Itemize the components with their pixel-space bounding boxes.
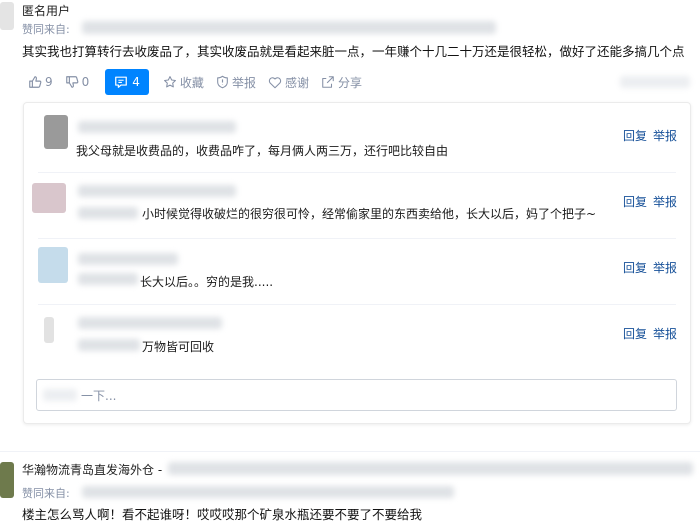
blurred-placeholder-prefix xyxy=(43,389,77,401)
blurred-commenter-name xyxy=(78,185,236,197)
blurred-reply-target xyxy=(78,273,138,285)
commenter-avatar[interactable] xyxy=(44,115,68,149)
favorite-button[interactable]: 收藏 xyxy=(163,74,204,91)
comment-icon xyxy=(115,76,128,88)
action-bar: 9 0 4 收藏 举报 感谢 分享 xyxy=(22,69,362,95)
comments-button[interactable]: 4 xyxy=(105,69,149,95)
commenter-avatar[interactable] xyxy=(38,247,68,283)
star-icon xyxy=(163,76,176,88)
comments-panel: 我父母就是收费品的，收费品咋了，每月俩人两三万，还行吧比较自由 回复 举报 小时… xyxy=(23,102,691,424)
blurred-upvoters xyxy=(82,21,496,34)
share-label: 分享 xyxy=(337,75,362,90)
blurred-commenter-name xyxy=(78,317,222,329)
blurred-author-bio xyxy=(168,462,693,475)
answer-body: 楼主怎么骂人啊！看不起谁呀！哎哎哎那个矿泉水瓶还要不要了不要给我 xyxy=(22,507,423,522)
upvote-count: 9 xyxy=(45,75,53,89)
downvote-count: 0 xyxy=(81,75,90,89)
report-button[interactable]: 举报 xyxy=(216,74,256,91)
thanks-label: 感谢 xyxy=(284,75,309,90)
blurred-reply-target xyxy=(78,207,138,219)
upvote-button[interactable]: 9 xyxy=(22,69,59,95)
reply-link[interactable]: 回复 xyxy=(623,193,647,210)
comment-count: 4 xyxy=(132,75,140,89)
commenter-avatar[interactable] xyxy=(44,317,54,343)
comment-text: 小时候觉得收破烂的很穷很可怜，经常偷家里的东西卖给他，长大以后，妈了个把子~ xyxy=(142,207,597,221)
comment-text: 长大以后。。穷的是我..... xyxy=(140,275,274,289)
blurred-reply-target xyxy=(78,339,140,351)
author-name[interactable]: 匿名用户 xyxy=(22,2,70,19)
comment-input[interactable]: 一下... xyxy=(36,379,677,411)
flag-shield-icon xyxy=(217,75,228,89)
upvoter-list: 赞同来自: xyxy=(22,21,70,37)
comment-item: 长大以后。。穷的是我..... 回复 举报 xyxy=(24,239,690,305)
comment-item: 我父母就是收费品的，收费品咋了，每月俩人两三万，还行吧比较自由 回复 举报 xyxy=(24,107,690,173)
share-button[interactable]: 分享 xyxy=(321,74,362,91)
answer-divider xyxy=(0,451,700,452)
avatar[interactable] xyxy=(0,2,14,30)
thanks-button[interactable]: 感谢 xyxy=(268,74,309,91)
upvoter-prefix: 赞同来自: xyxy=(22,23,70,36)
report-link[interactable]: 举报 xyxy=(653,193,677,210)
commenter-avatar[interactable] xyxy=(32,183,66,213)
upvoter-list: 赞同来自: xyxy=(22,485,70,501)
report-link[interactable]: 举报 xyxy=(653,259,677,276)
reply-link[interactable]: 回复 xyxy=(623,259,647,276)
comment-text: 万物皆可回收 xyxy=(142,340,215,354)
share-icon xyxy=(322,76,334,88)
upvoter-prefix: 赞同来自: xyxy=(22,487,70,500)
downvote-button[interactable]: 0 xyxy=(59,69,96,95)
blurred-commenter-name xyxy=(78,253,178,265)
heart-icon xyxy=(268,76,282,88)
thumbs-up-icon xyxy=(29,76,42,88)
comment-text: 我父母就是收费品的，收费品咋了，每月俩人两三万，还行吧比较自由 xyxy=(76,144,449,158)
blurred-timestamp xyxy=(620,76,690,88)
comment-item: 万物皆可回收 回复 举报 xyxy=(24,305,690,371)
avatar[interactable] xyxy=(0,462,14,498)
report-link[interactable]: 举报 xyxy=(653,325,677,342)
report-label: 举报 xyxy=(231,75,256,90)
answer-body: 其实我也打算转行去收废品了，其实收废品就是看起来脏一点，一年赚个十几二十万还是很… xyxy=(22,44,685,59)
reply-link[interactable]: 回复 xyxy=(623,325,647,342)
comment-item: 小时候觉得收破烂的很穷很可怜，经常偷家里的东西卖给他，长大以后，妈了个把子~ 回… xyxy=(24,173,690,239)
comment-input-placeholder: 一下... xyxy=(81,389,117,403)
blurred-commenter-name xyxy=(78,121,236,133)
reply-link[interactable]: 回复 xyxy=(623,127,647,144)
report-link[interactable]: 举报 xyxy=(653,127,677,144)
author-name[interactable]: 华瀚物流青岛直发海外仓 - xyxy=(22,461,162,478)
favorite-label: 收藏 xyxy=(179,75,204,90)
blurred-upvoters xyxy=(82,486,454,498)
thumbs-down-icon xyxy=(65,76,79,88)
